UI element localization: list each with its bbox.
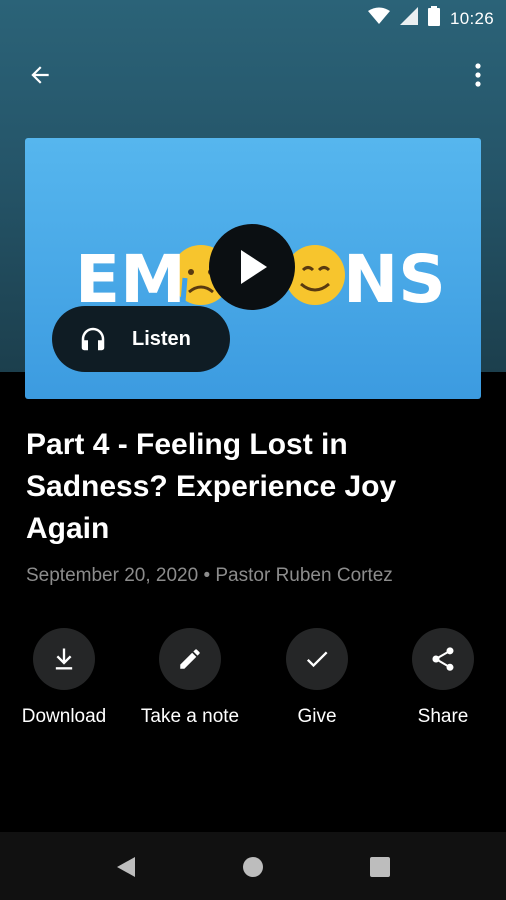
listen-button[interactable]: Listen [52,306,230,372]
give-label: Give [297,706,337,727]
sermon-artwork: EM NS Listen [25,138,481,399]
pencil-icon [180,649,200,669]
action-bar: Download Take a note Give Share [0,628,506,738]
share-action[interactable]: Share [380,628,506,728]
take-note-button[interactable] [159,628,221,690]
sermon-meta: September 20, 2020 • Pastor Ruben Cortez [26,565,393,586]
download-button[interactable] [33,628,95,690]
play-icon [241,250,267,284]
more-vert-icon[interactable] [466,57,490,93]
download-label: Download [21,706,107,727]
download-icon [55,648,73,670]
nav-home-icon[interactable] [238,852,268,882]
play-button[interactable] [209,224,295,310]
status-bar: 10:26 [0,0,506,38]
share-icon [432,647,454,671]
system-nav-bar [0,832,506,900]
listen-label: Listen [132,327,191,350]
give-button[interactable] [286,628,348,690]
sermon-title: Part 4 - Feeling Lost in Sadness? Experi… [26,428,397,545]
nav-recents-icon[interactable] [365,852,395,882]
app-bar [0,45,506,101]
svg-text:NS: NS [343,241,446,318]
share-label: Share [417,706,469,727]
check-icon [306,651,328,668]
share-button[interactable] [412,628,474,690]
arrow-back-icon[interactable] [22,57,58,93]
take-note-label: Take a note [140,706,240,727]
give-action[interactable]: Give [254,628,380,728]
take-note-action[interactable]: Take a note [127,628,253,728]
download-action[interactable]: Download [1,628,127,728]
cell-signal-icon [399,7,418,30]
battery-icon [427,6,440,31]
wifi-icon [367,7,390,30]
headphones-icon [78,324,108,354]
nav-back-icon[interactable] [111,852,141,882]
status-time: 10:26 [449,8,494,28]
